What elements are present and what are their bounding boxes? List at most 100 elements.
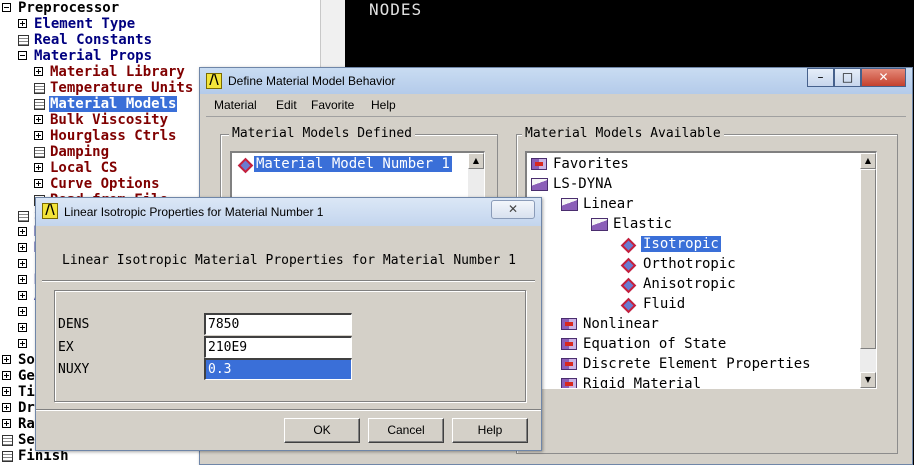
expand-icon[interactable] (18, 339, 27, 348)
model-tree-label: Equation of State (583, 336, 727, 352)
tree-item[interactable]: Damping (49, 144, 110, 160)
tree-item[interactable]: Element Type (33, 16, 136, 32)
tree-item-label: Real Constants (34, 32, 153, 48)
ex-label: EX (58, 340, 74, 355)
linear-isotropic-dialog: /\ Linear Isotropic Properties for Mater… (35, 197, 542, 451)
closed-folder-icon (561, 358, 577, 370)
model-tree-item[interactable]: Anisotropic (621, 275, 738, 293)
expand-icon[interactable] (18, 275, 27, 284)
expand-icon[interactable] (2, 419, 11, 428)
menu-bar: Material Edit Favorite Help (206, 95, 906, 117)
expand-icon[interactable] (34, 115, 43, 124)
tree-item[interactable]: Curve Options (49, 176, 161, 192)
expand-icon[interactable] (18, 19, 27, 28)
model-tree-item[interactable]: Orthotropic (621, 255, 738, 273)
tree-item-label: Material Props (34, 48, 153, 64)
closed-folder-icon (561, 318, 577, 330)
model-tree-item[interactable]: Isotropic (621, 235, 721, 253)
menu-edit[interactable]: Edit (276, 98, 297, 112)
models-available-tree[interactable]: Rigid Material Discrete Element Propertie… (525, 151, 877, 389)
expand-icon[interactable] (18, 243, 27, 252)
expand-icon[interactable] (18, 323, 27, 332)
document-icon[interactable] (2, 451, 13, 462)
tree-item-label: Damping (50, 144, 110, 160)
available-tree-scrollbar[interactable]: ▲ ▼ (860, 153, 876, 388)
tree-item[interactable]: Preprocessor (17, 0, 120, 16)
expand-icon[interactable] (2, 403, 11, 412)
minimize-button[interactable]: – (807, 68, 834, 87)
iso-dialog-titlebar[interactable]: /\ Linear Isotropic Properties for Mater… (36, 198, 541, 226)
ex-field[interactable] (204, 336, 352, 358)
ok-button[interactable]: OK (284, 418, 360, 443)
material-window-titlebar[interactable]: /\ Define Material Model Behavior (200, 68, 912, 94)
scroll-down-icon[interactable]: ▼ (860, 372, 876, 388)
tree-item[interactable]: Local CS (49, 160, 118, 176)
tree-item[interactable]: Bulk Viscosity (49, 112, 169, 128)
model-tree-item[interactable]: Equation of State (561, 335, 728, 353)
tree-item[interactable]: Material Props (33, 48, 153, 64)
models-available-group: Material Models Available Rigid Material… (516, 126, 898, 454)
material-model-icon (621, 278, 633, 290)
tree-item[interactable]: Real Constants (33, 32, 153, 48)
tree-item-label: Bulk Viscosity (50, 112, 169, 128)
tree-item[interactable]: Material Library (49, 64, 186, 80)
tree-item-label: Material Models (49, 96, 178, 112)
expand-icon[interactable] (18, 307, 27, 316)
material-model-icon (238, 158, 250, 170)
tree-item[interactable]: Temperature Units (49, 80, 194, 96)
collapse-icon[interactable] (18, 51, 27, 60)
document-icon[interactable] (18, 35, 29, 46)
scroll-thumb[interactable] (860, 169, 876, 349)
model-tree-item[interactable]: Linear (561, 195, 636, 213)
expand-icon[interactable] (2, 387, 11, 396)
model-tree-item[interactable]: Rigid Material (561, 375, 703, 388)
help-button[interactable]: Help (452, 418, 528, 443)
tree-item-label: Curve Options (50, 176, 160, 192)
model-tree-label: Anisotropic (643, 276, 736, 292)
menu-favorite[interactable]: Favorite (311, 98, 354, 112)
model-tree-item[interactable]: Elastic (591, 215, 674, 233)
expand-icon[interactable] (34, 67, 43, 76)
tree-item-label: Preprocessor (18, 0, 120, 16)
separator (42, 280, 535, 282)
tree-item-label: Local CS (50, 160, 118, 176)
expand-icon[interactable] (34, 163, 43, 172)
nuxy-field[interactable] (204, 358, 352, 380)
menu-help[interactable]: Help (371, 98, 396, 112)
menu-material[interactable]: Material (214, 98, 257, 112)
ansys-logo-icon: /\ (42, 203, 58, 219)
model-tree-item[interactable]: Nonlinear (561, 315, 661, 333)
scroll-up-icon[interactable]: ▲ (468, 153, 484, 169)
close-button[interactable]: ✕ (491, 200, 535, 219)
expand-icon[interactable] (2, 371, 11, 380)
close-button[interactable]: ✕ (861, 68, 906, 87)
expand-icon[interactable] (18, 227, 27, 236)
document-icon[interactable] (18, 211, 29, 222)
collapse-icon[interactable] (2, 3, 11, 12)
document-icon[interactable] (34, 147, 45, 158)
model-tree-item[interactable]: Discrete Element Properties (561, 355, 813, 373)
list-item[interactable]: Material Model Number 1 (238, 155, 452, 173)
expand-icon[interactable] (2, 355, 11, 364)
expand-icon[interactable] (18, 291, 27, 300)
maximize-button[interactable]: □ (834, 68, 861, 87)
expand-icon[interactable] (34, 131, 43, 140)
tree-item-label: Material Library (50, 64, 185, 80)
model-tree-item[interactable]: Fluid (621, 295, 687, 313)
model-tree-label: Favorites (553, 156, 629, 172)
model-tree-item[interactable]: Favorites (531, 155, 631, 173)
document-icon[interactable] (34, 83, 45, 94)
dens-field[interactable] (204, 313, 352, 335)
cancel-button[interactable]: Cancel (368, 418, 444, 443)
model-tree-label: Orthotropic (643, 256, 736, 272)
model-tree-label: Linear (583, 196, 634, 212)
expand-icon[interactable] (34, 179, 43, 188)
tree-item[interactable]: Hourglass Ctrls (49, 128, 177, 144)
document-icon[interactable] (34, 99, 45, 110)
tree-item[interactable]: Material Models (49, 96, 178, 112)
document-icon[interactable] (2, 435, 13, 446)
model-tree-label: Discrete Element Properties (583, 356, 811, 372)
expand-icon[interactable] (18, 259, 27, 268)
model-tree-item[interactable]: LS-DYNA (531, 175, 614, 193)
scroll-up-icon[interactable]: ▲ (860, 153, 876, 169)
